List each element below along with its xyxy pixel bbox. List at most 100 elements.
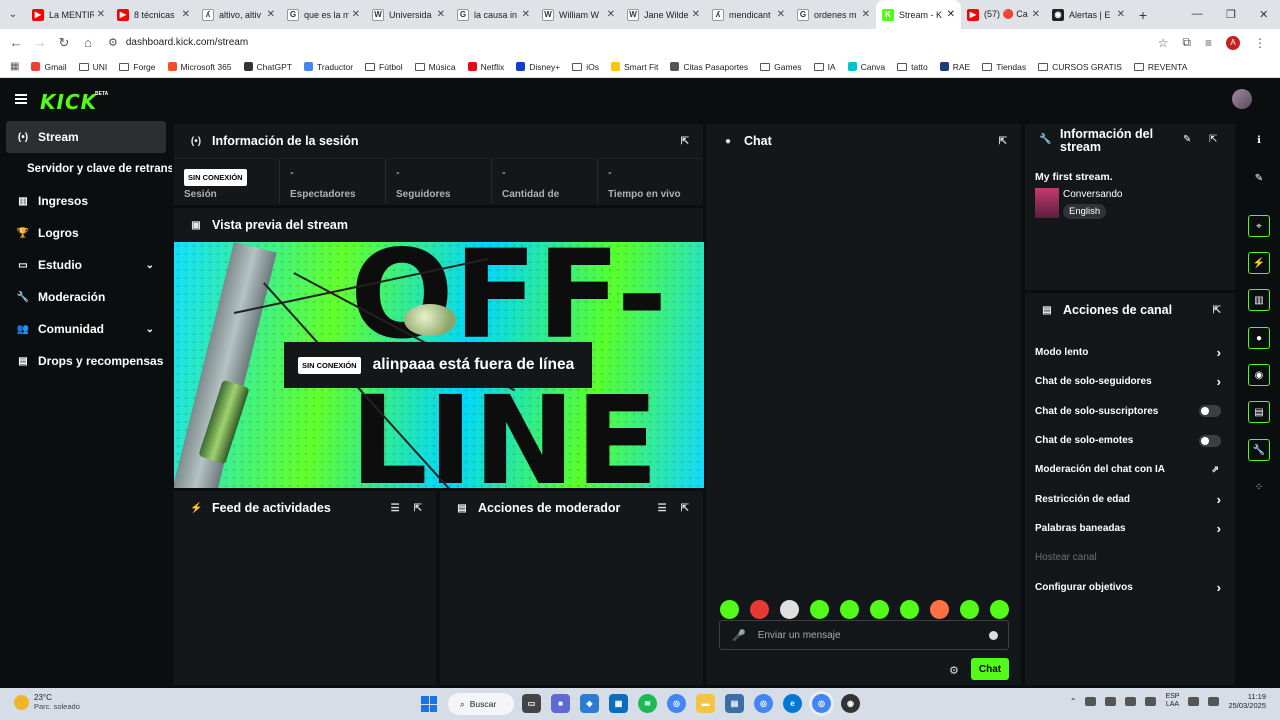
tab-close-icon[interactable]: ✕ [607,9,615,20]
bookmark-item[interactable]: Microsoft 365 [167,62,232,72]
task-view-icon[interactable]: ▭ [522,694,541,713]
emote-icon[interactable] [810,600,829,619]
chevron-right-icon[interactable]: › [1217,492,1221,507]
bookmark-item[interactable]: tatto [897,62,928,72]
bookmark-item[interactable]: Smart Fit [610,62,658,72]
chevron-right-icon[interactable]: › [1217,374,1221,389]
bookmark-item[interactable]: Games [760,62,802,72]
chevron-right-icon[interactable]: › [1217,521,1221,536]
url-field[interactable]: ⚙ dashboard.kick.com/stream [108,32,1158,54]
chat-bubble-icon[interactable]: ● [1248,327,1270,349]
focus-icon[interactable]: ⌖ [1248,215,1270,237]
chat-settings-icon[interactable]: ⚙ [949,664,959,677]
edge-icon[interactable]: e [783,694,802,713]
tab-close-icon[interactable]: ✕ [522,9,530,20]
channel-action-item[interactable]: Configurar objetivos › [1025,572,1235,601]
channel-action-item[interactable]: Chat de solo-suscriptores [1025,397,1235,426]
menu-icon[interactable] [15,94,27,104]
bookmark-item[interactable]: Traductor [303,62,353,72]
channel-action-item[interactable]: Moderación del chat con IA ⇗ [1025,455,1235,484]
browser-tab[interactable]: W Jane Wilde ✕ [621,0,706,29]
bookmark-item[interactable]: iOs [572,62,599,72]
weather-widget[interactable]: 23°C Parc. soleado [14,693,80,711]
kick-logo[interactable]: KICK [40,90,97,114]
browser-tab[interactable]: ▶ La MENTIR ✕ [26,0,111,29]
edit-icon[interactable]: ✎ [1183,134,1191,145]
copilot-icon[interactable]: ◆ [580,694,599,713]
home-icon[interactable]: ⌂ [76,35,100,50]
browser-tab[interactable]: ʎ mendicant ✕ [706,0,791,29]
document-icon[interactable]: ▥ [1248,289,1270,311]
tab-close-icon[interactable]: ✕ [182,9,190,20]
onedrive-icon[interactable] [1105,696,1117,706]
channel-action-item[interactable]: Chat de solo-emotes [1025,426,1235,455]
sidebar-item[interactable]: 👥 Comunidad ⌄ [0,313,172,345]
tab-close-icon[interactable]: ✕ [437,9,445,20]
popout-icon[interactable]: ⇱ [999,136,1007,147]
obs-icon[interactable]: ◉ [841,694,860,713]
tab-close-icon[interactable]: ✕ [777,9,785,20]
popout-icon[interactable]: ⇱ [1213,305,1221,316]
bookmark-item[interactable]: ChatGPT [243,62,292,72]
browser-tab[interactable]: Gordenes m ✕ [791,0,876,29]
bookmark-item[interactable]: Disney+ [516,62,560,72]
volume-icon[interactable] [1145,696,1157,706]
new-tab-button[interactable]: + [1131,7,1155,23]
bookmark-item[interactable]: CURSOS GRATIS [1038,62,1122,72]
sidebar-item[interactable]: ▤ Drops y recompensas [0,345,172,377]
app-icon[interactable]: ■ [551,694,570,713]
popout-icon[interactable]: ⇱ [681,136,689,147]
extensions-icon[interactable]: ⧉ [1182,35,1191,50]
tab-close-icon[interactable]: ✕ [1032,9,1040,20]
bookmark-item[interactable]: Música [414,62,456,72]
spotify-icon[interactable]: ≋ [638,694,657,713]
tab-close-icon[interactable]: ✕ [862,9,870,20]
tab-close-icon[interactable]: ✕ [1117,9,1125,20]
popout-icon[interactable]: ⇱ [681,503,689,514]
minimize-icon[interactable]: — [1192,8,1203,21]
tab-close-icon[interactable]: ✕ [267,9,275,20]
channel-action-item[interactable]: Modo lento › [1025,338,1235,367]
chevron-down-icon[interactable]: ⌄ [146,260,154,271]
bookmark-item[interactable]: Netflix [467,62,504,72]
store-icon[interactable]: ▦ [609,694,628,713]
start-icon[interactable] [421,696,437,712]
maximize-icon[interactable]: ❐ [1226,8,1236,21]
sidebar-item[interactable]: 🔧 Moderación [0,281,172,313]
bookmark-item[interactable]: Fútbol [365,62,403,72]
emote-icon[interactable] [930,600,949,619]
browser-tab[interactable]: Gque es la m ✕ [281,0,366,29]
sidebar-item[interactable]: ▥ Ingresos [0,185,172,217]
edit-icon[interactable]: ✎ [1248,167,1270,189]
tab-close-icon[interactable]: ✕ [947,9,955,20]
emote-icon[interactable] [990,600,1009,619]
notes-icon[interactable]: ▤ [725,694,744,713]
bookmark-item[interactable]: Gmail [31,62,67,72]
tray-arrow-icon[interactable]: ⌃ [1070,697,1077,706]
emote-icon[interactable] [870,600,889,619]
popout-icon[interactable]: ⇱ [1209,134,1217,145]
lightning-icon[interactable]: ⚡ [1248,252,1270,274]
tab-close-icon[interactable]: ✕ [692,9,700,20]
emote-icon[interactable] [960,600,979,619]
emote-icon[interactable] [720,600,739,619]
browser-tab[interactable]: ▶ 8 técnicas ✕ [111,0,196,29]
bookmark-item[interactable]: UNI [78,62,107,72]
bookmark-item[interactable]: Canva [847,62,885,72]
taskbar-search[interactable]: ⌕ Buscar [448,693,514,715]
sidebar-item[interactable]: ▭ Estudio ⌄ [0,249,172,281]
browser-tab[interactable]: W Universida ✕ [366,0,451,29]
microphone-icon[interactable]: 🎤 [732,629,746,642]
external-link-icon[interactable]: ⇗ [1211,464,1219,475]
popout-icon[interactable]: ⇱ [414,503,422,514]
browser-tab[interactable]: ◉ Alertas | E ✕ [1046,0,1131,29]
forward-icon[interactable]: → [28,35,52,50]
chevron-right-icon[interactable]: › [1217,345,1221,360]
user-avatar[interactable] [1232,89,1252,109]
apps-grid-icon[interactable]: ▦ [10,61,19,72]
filter-icon[interactable]: ☰ [658,503,667,514]
tab-close-icon[interactable]: ✕ [97,9,105,20]
tab-search-icon[interactable]: ⌄ [0,0,26,29]
reload-icon[interactable]: ↻ [52,35,76,51]
profile-avatar[interactable]: A [1226,35,1240,50]
